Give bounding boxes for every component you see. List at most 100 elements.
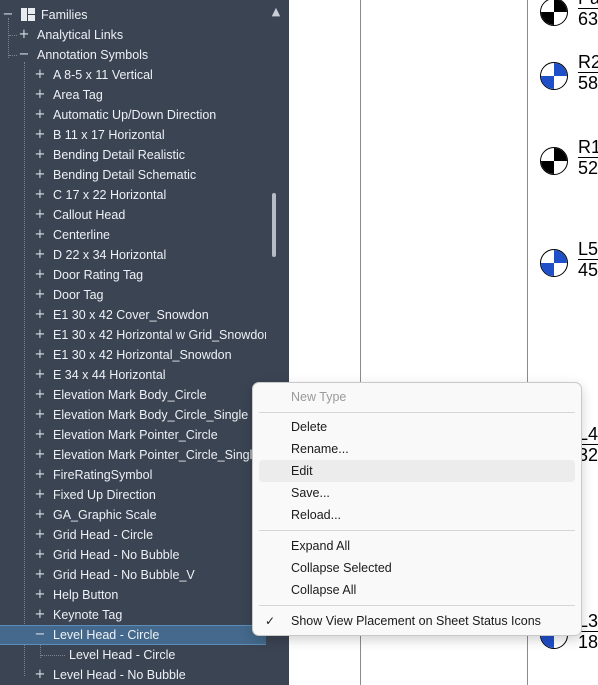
expand-icon[interactable]: + [34,125,46,145]
expand-icon[interactable]: + [34,165,46,185]
tree-label: D 22 x 34 Horizontal [53,248,167,262]
collapse-icon[interactable]: − [34,626,46,644]
tree-label: Bending Detail Realistic [53,148,186,162]
tree-row[interactable]: + Elevation Mark Pointer_Circle [0,425,266,445]
tree-row[interactable]: + Grid Head - Circle [0,525,266,545]
tree-row[interactable]: + Analytical Links [0,25,266,45]
expand-icon[interactable]: + [34,265,46,285]
tree-row[interactable]: + A 8-5 x 11 Vertical [0,65,266,85]
families-icon [21,8,35,21]
tree-row[interactable]: + Bending Detail Schematic [0,165,266,185]
menu-separator [259,412,575,413]
tree-row[interactable]: + Centerline [0,225,266,245]
menu-item-delete[interactable]: Delete [259,416,575,438]
tree-label: Annotation Symbols [37,48,149,62]
tree-label: B 11 x 17 Horizontal [53,128,165,142]
expand-icon[interactable]: + [34,545,46,565]
tree-row[interactable]: + Help Button [0,585,266,605]
tree-row[interactable]: + E1 30 x 42 Cover_Snowdon [0,305,266,325]
expand-icon[interactable]: + [34,365,46,385]
tree-row[interactable]: − Annotation Symbols [0,45,266,65]
expand-icon[interactable]: + [34,605,46,625]
tree-label: Door Tag [53,288,104,302]
expand-icon[interactable]: + [34,385,46,405]
expand-icon[interactable]: + [34,565,46,585]
tree-label: C 17 x 22 Horizontal [53,188,167,202]
menu-item-edit[interactable]: Edit [259,460,575,482]
menu-item-expand-all[interactable]: Expand All [259,535,575,557]
menu-item-label: Collapse Selected [291,561,392,575]
tree-row[interactable]: + Keynote Tag [0,605,266,625]
level-elevation: 45 [578,260,598,280]
menu-item-reload[interactable]: Reload... [259,504,575,526]
tree-row[interactable]: + Bending Detail Realistic [0,145,266,165]
tree-row-families[interactable]: − Families [0,5,266,25]
tree-row[interactable]: + E1 30 x 42 Horizontal_Snowdon [0,345,266,365]
tree-label: A 8-5 x 11 Vertical [53,68,153,82]
tree-label: E 34 x 44 Horizontal [53,368,166,382]
tree-row[interactable]: + Callout Head [0,205,266,225]
expand-icon[interactable]: + [34,665,46,685]
expand-icon[interactable]: + [34,505,46,525]
menu-item-rename[interactable]: Rename... [259,438,575,460]
tree-row[interactable]: + Level Head - No Bubble [0,665,266,685]
tree-row[interactable]: + Fixed Up Direction [0,485,266,505]
menu-item-save[interactable]: Save... [259,482,575,504]
level-elevation: 18 [578,632,598,652]
tree-row[interactable]: − Level Head - Circle [0,625,266,645]
menu-item-collapse-all[interactable]: Collapse All [259,579,575,601]
tree-row[interactable]: + Grid Head - No Bubble [0,545,266,565]
expand-icon[interactable]: + [34,65,46,85]
tree-row[interactable]: + Door Rating Tag [0,265,266,285]
expand-icon[interactable]: + [34,325,46,345]
collapse-icon[interactable]: − [18,45,30,65]
tree-row[interactable]: + D 22 x 34 Horizontal [0,245,266,265]
expand-icon[interactable]: + [34,585,46,605]
expand-icon[interactable]: + [34,305,46,325]
menu-item-label: Expand All [291,539,351,553]
tree-label: Fixed Up Direction [53,488,156,502]
level-name: Pa [578,0,598,9]
menu-item-collapse-selected[interactable]: Collapse Selected [259,557,575,579]
expand-icon[interactable]: + [34,405,46,425]
tree-label: Level Head - Circle [69,648,176,662]
tree-row[interactable]: + Elevation Mark Body_Circle [0,385,266,405]
tree-row[interactable]: + Door Tag [0,285,266,305]
expand-icon[interactable]: + [34,345,46,365]
tree-label: Help Button [53,588,119,602]
expand-icon[interactable]: + [34,245,46,265]
tree-row[interactable]: + E 34 x 44 Horizontal [0,365,266,385]
level-label: L5 45 [578,239,598,280]
scroll-up-icon[interactable]: ▲ [266,2,286,22]
tree-row[interactable]: + Grid Head - No Bubble_V [0,565,266,585]
tree-row[interactable]: Level Head - Circle [0,645,266,665]
expand-icon[interactable]: + [34,285,46,305]
expand-icon[interactable]: + [34,85,46,105]
scroll-thumb[interactable] [272,193,276,257]
level-elevation: 63 [578,9,598,29]
expand-icon[interactable]: + [34,185,46,205]
menu-item-show-view-placement-on-sheet-status-icons[interactable]: ✓ Show View Placement on Sheet Status Ico… [259,610,575,632]
expand-icon[interactable]: + [34,145,46,165]
expand-icon[interactable]: + [34,225,46,245]
expand-icon[interactable]: + [34,445,46,465]
tree-label: Keynote Tag [53,608,123,622]
tree-row[interactable]: + Elevation Mark Body_Circle_Single [0,405,266,425]
tree-row[interactable]: + Elevation Mark Pointer_Circle_Single [0,445,266,465]
tree-row[interactable]: + Area Tag [0,85,266,105]
tree-row[interactable]: + FireRatingSymbol [0,465,266,485]
expand-icon[interactable]: + [34,465,46,485]
tree-row[interactable]: + GA_Graphic Scale [0,505,266,525]
expand-icon[interactable]: + [34,485,46,505]
expand-icon[interactable]: + [18,25,30,45]
tree-row[interactable]: + E1 30 x 42 Horizontal w Grid_Snowdon [0,325,272,345]
expand-icon[interactable]: + [34,525,46,545]
tree-row[interactable]: + Automatic Up/Down Direction [0,105,266,125]
circle-fill [541,161,554,174]
expand-icon[interactable]: + [34,105,46,125]
expand-icon[interactable]: + [34,425,46,445]
tree-row[interactable]: + B 11 x 17 Horizontal [0,125,266,145]
tree-row[interactable]: + C 17 x 22 Horizontal [0,185,266,205]
collapse-icon[interactable]: − [2,5,14,25]
expand-icon[interactable]: + [34,205,46,225]
